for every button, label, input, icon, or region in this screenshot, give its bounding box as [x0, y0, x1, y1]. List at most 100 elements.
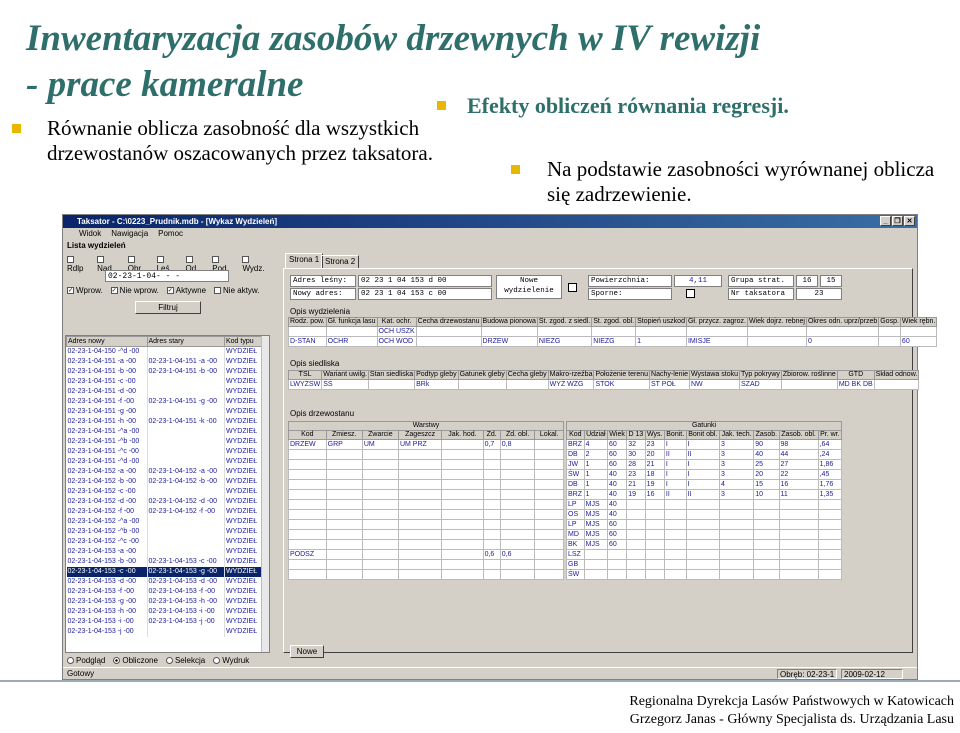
filter-0[interactable]: Rdlp — [67, 255, 91, 273]
table-cell[interactable] — [753, 569, 780, 580]
checkbox-icon[interactable] — [127, 256, 135, 264]
filter-6[interactable]: Wydz. — [242, 255, 272, 273]
table-cell[interactable] — [817, 499, 843, 510]
table-cell[interactable] — [778, 539, 819, 550]
table-cell[interactable] — [817, 519, 843, 530]
table-cell[interactable]: LWYŻSW — [287, 379, 323, 390]
table-row[interactable]: LP MJS 60 — [566, 519, 843, 530]
table-cell[interactable] — [480, 326, 538, 337]
table-cell[interactable]: MD — [566, 529, 585, 540]
table-cell[interactable]: 40 — [606, 489, 628, 500]
nowe-checkbox[interactable] — [568, 283, 577, 292]
table-cell[interactable]: GB — [566, 559, 585, 570]
table-cell[interactable] — [878, 336, 901, 347]
table-cell[interactable]: ŚŚ — [321, 379, 369, 390]
table-cell[interactable] — [718, 499, 755, 510]
table-cell[interactable]: IMISJE — [685, 336, 748, 347]
table-cell[interactable]: BRZ — [566, 489, 585, 500]
table-row[interactable] — [288, 529, 564, 540]
table-cell[interactable]: II — [663, 489, 687, 500]
table-cell[interactable]: 1 — [635, 336, 687, 347]
table-cell[interactable] — [685, 529, 720, 540]
table-cell[interactable]: I — [685, 439, 720, 450]
table-cell[interactable]: DB — [566, 449, 585, 460]
table-cell[interactable] — [441, 439, 484, 450]
table-cell[interactable] — [325, 549, 363, 560]
checkbox-icon[interactable] — [185, 256, 193, 264]
checkbox-icon[interactable]: ✓ — [110, 287, 118, 295]
table-cell[interactable] — [534, 569, 564, 580]
grid-scrollbar[interactable] — [261, 336, 269, 652]
table-cell[interactable]: 16 — [778, 479, 819, 490]
table-cell[interactable]: MJS — [583, 519, 608, 530]
table-cell[interactable] — [534, 539, 564, 550]
checkbox-icon[interactable]: ✓ — [67, 287, 74, 295]
table-cell[interactable] — [288, 509, 327, 520]
tab-strona-2[interactable]: Strona 2 — [321, 255, 360, 268]
table-cell[interactable] — [685, 519, 720, 530]
table-cell[interactable]: GRP — [325, 439, 363, 450]
table-cell[interactable] — [644, 549, 665, 560]
table-cell[interactable]: DRZEW — [288, 439, 327, 450]
table-cell[interactable] — [361, 509, 399, 520]
table-row[interactable]: 02-23-1-04-152 -^c -00 WYDZIEŁ — [66, 536, 263, 547]
table-cell[interactable]: 60 — [606, 529, 628, 540]
table-cell[interactable] — [534, 439, 564, 450]
table-cell[interactable] — [685, 559, 720, 570]
grupa-value-1[interactable]: 16 — [796, 275, 818, 287]
grid-header[interactable]: Adres stary — [146, 336, 225, 347]
table-cell[interactable] — [361, 499, 399, 510]
table-cell[interactable]: 40 — [606, 479, 628, 490]
radio-icon[interactable] — [67, 657, 74, 665]
table-cell[interactable]: 18 — [644, 469, 665, 480]
table-cell[interactable] — [534, 519, 564, 530]
table-cell[interactable] — [778, 529, 819, 540]
table-cell[interactable] — [482, 449, 501, 460]
table-cell[interactable] — [325, 519, 363, 530]
table-cell[interactable] — [397, 559, 443, 570]
radio-2[interactable]: Selekcja — [165, 656, 205, 665]
table-cell[interactable]: 10 — [753, 489, 780, 500]
table-cell[interactable] — [817, 549, 843, 560]
table-cell[interactable] — [499, 569, 536, 580]
table-cell[interactable]: 60 — [606, 539, 628, 550]
table-cell[interactable] — [644, 529, 665, 540]
table-cell[interactable] — [753, 499, 780, 510]
table-cell[interactable] — [591, 326, 637, 337]
table-cell[interactable] — [361, 489, 399, 500]
table-cell[interactable] — [482, 539, 501, 550]
table-cell[interactable] — [288, 459, 327, 470]
table-cell[interactable] — [606, 559, 628, 570]
table-cell[interactable] — [441, 559, 484, 570]
table-row[interactable]: 02-23-1-04-153 -d -00 02-23-1-04-153 -d -… — [66, 576, 263, 587]
table-row[interactable]: 02-23-1-04-151 -f -00 02-23-1-04-151 -g -… — [66, 396, 263, 407]
table-cell[interactable] — [482, 489, 501, 500]
table-cell[interactable] — [397, 499, 443, 510]
table-cell[interactable] — [753, 539, 780, 550]
table-cell[interactable]: OCH WOD — [376, 336, 417, 347]
table-cell[interactable] — [753, 509, 780, 520]
table-cell[interactable]: I — [663, 459, 687, 470]
table-cell[interactable] — [606, 569, 628, 580]
table-row[interactable]: BRZ 4 60 32 23 I I 3 90 98,64 — [566, 439, 843, 450]
table-cell[interactable] — [644, 499, 665, 510]
table-row[interactable]: 02-23-1-04-151 -a -00 02-23-1-04-151 -a -… — [66, 356, 263, 367]
table-cell[interactable]: UM — [361, 439, 399, 450]
table-cell[interactable] — [288, 469, 327, 480]
table-cell[interactable] — [583, 559, 608, 570]
adres-lesny-value[interactable]: 02 23 1 04 153 d 00 — [358, 275, 492, 287]
table-cell[interactable] — [499, 479, 536, 490]
table-cell[interactable] — [718, 549, 755, 560]
table-cell[interactable] — [441, 549, 484, 560]
table-row[interactable]: ŚW 1 40 23 18 I I 3 20 22,45 — [566, 469, 843, 480]
table-cell[interactable] — [499, 519, 536, 530]
table-cell[interactable]: 1,76 — [817, 479, 843, 490]
table-cell[interactable] — [397, 459, 443, 470]
table-cell[interactable] — [644, 519, 665, 530]
table-cell[interactable] — [441, 469, 484, 480]
table-cell[interactable]: NIEZG — [536, 336, 593, 347]
radio-0[interactable]: Podgląd — [67, 656, 105, 665]
table-cell[interactable] — [644, 539, 665, 550]
radio-3[interactable]: Wydruk — [213, 656, 249, 665]
table-cell[interactable] — [534, 459, 564, 470]
